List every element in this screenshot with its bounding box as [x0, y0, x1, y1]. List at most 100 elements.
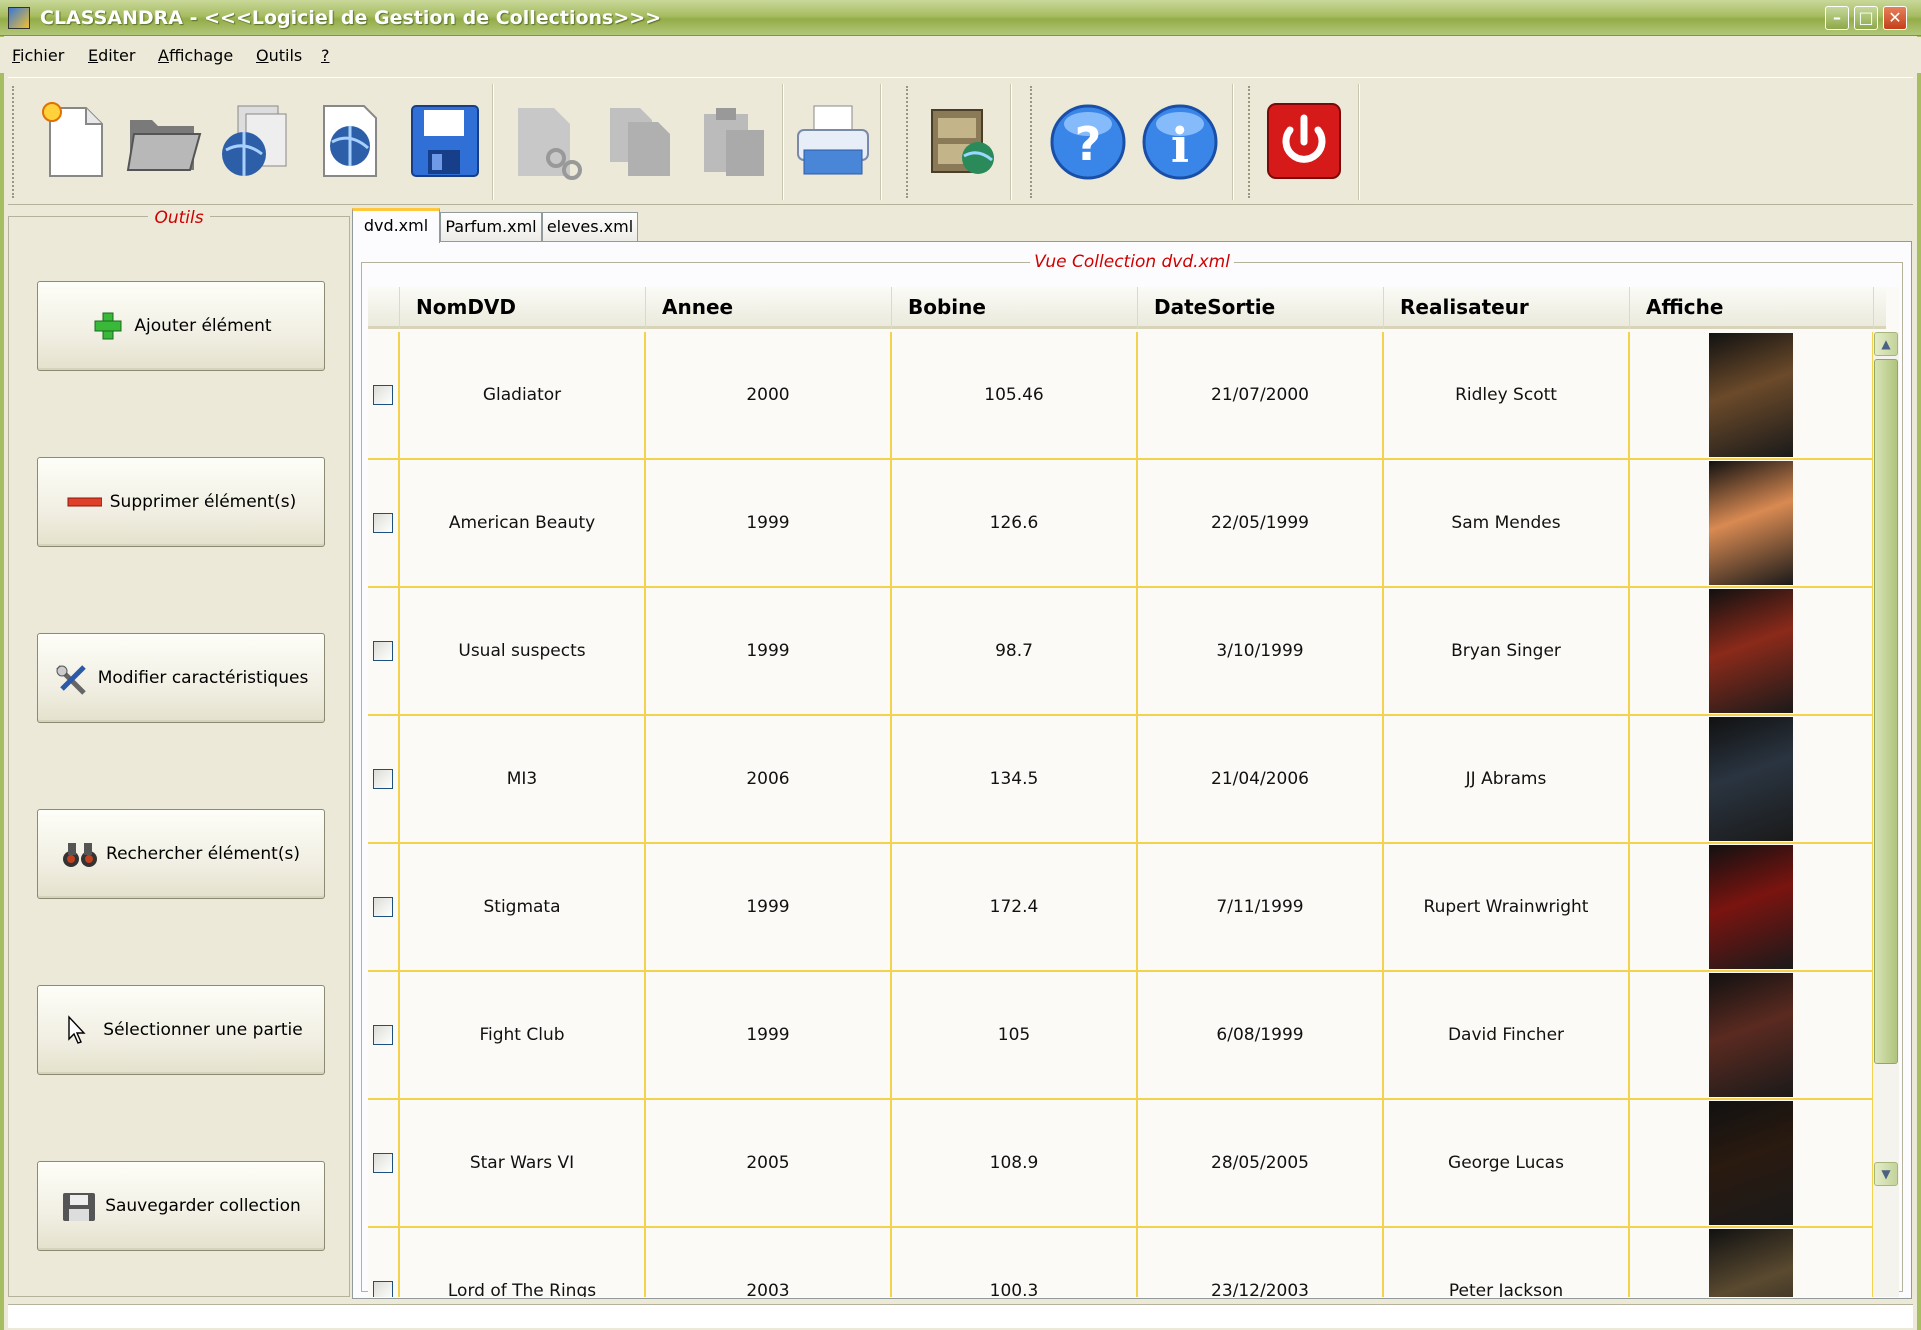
column-header-datesortie[interactable]: DateSortie	[1138, 287, 1384, 329]
table-row[interactable]: Fight Club 1999 105 6/08/1999 David Fincher	[368, 972, 1886, 1100]
row-checkbox[interactable]	[373, 513, 393, 533]
delete-element-button[interactable]: Supprimer élément(s)	[37, 457, 325, 547]
menu-help[interactable]: ?	[321, 46, 330, 65]
binoculars-icon	[62, 839, 98, 869]
cell-annee: 1999	[646, 844, 892, 970]
save-collection-label: Sauvegarder collection	[105, 1196, 301, 1216]
row-checkbox[interactable]	[373, 1025, 393, 1045]
cell-annee: 1999	[646, 588, 892, 714]
table-row[interactable]: Star Wars VI 2005 108.9 28/05/2005 George Lu…	[368, 1100, 1886, 1228]
select-cell	[368, 844, 400, 970]
scroll-up-arrow-icon[interactable]: ▲	[1874, 332, 1898, 356]
cell-bobine: 98.7	[892, 588, 1138, 714]
table-row[interactable]: Stigmata 1999 172.4 7/11/1999 Rupert Wrainwr…	[368, 844, 1886, 972]
vertical-scrollbar[interactable]: ▲ ▼	[1873, 332, 1899, 1297]
column-header-annee[interactable]: Annee	[646, 287, 892, 329]
save-icon[interactable]	[404, 100, 484, 182]
copy-icon[interactable]	[600, 100, 680, 182]
info-icon[interactable]: i	[1140, 100, 1220, 182]
scroll-down-arrow-icon[interactable]: ▼	[1874, 1162, 1898, 1186]
select-cell	[368, 1228, 400, 1297]
poster-cell	[1630, 460, 1874, 586]
toolbar-grip	[12, 86, 15, 198]
cut-icon[interactable]	[506, 100, 586, 182]
tools-icon	[54, 663, 90, 695]
poster-cell	[1630, 844, 1874, 970]
network-cabinet-icon[interactable]	[922, 100, 1002, 182]
movie-poster-image	[1709, 333, 1793, 457]
paste-icon[interactable]	[694, 100, 774, 182]
tab-dvd-xml[interactable]: dvd.xml	[352, 208, 440, 243]
modify-characteristics-button[interactable]: Modifier caractéristiques	[37, 633, 325, 723]
row-checkbox[interactable]	[373, 1153, 393, 1173]
movie-poster-image	[1709, 973, 1793, 1097]
tools-panel-title: Outils	[148, 208, 210, 228]
tools-panel: Outils Ajouter élément Supprimer élément…	[8, 208, 350, 1297]
cell-real: Peter Jackson	[1384, 1228, 1630, 1297]
cell-bobine: 100.3	[892, 1228, 1138, 1297]
select-part-button[interactable]: Sélectionner une partie	[37, 985, 325, 1075]
row-checkbox[interactable]	[373, 641, 393, 661]
cell-nom: Star Wars VI	[400, 1100, 646, 1226]
table-row[interactable]: Usual suspects 1999 98.7 3/10/1999 Bryan Sin…	[368, 588, 1886, 716]
new-document-icon[interactable]	[36, 100, 116, 182]
table-row[interactable]: Gladiator 2000 105.46 21/07/2000 Ridley Scot…	[368, 332, 1886, 460]
menu-fichier-accel: F	[12, 46, 21, 65]
collection-legend: Vue Collection dvd.xml	[362, 252, 1902, 272]
tab-parfum-xml[interactable]: Parfum.xml	[440, 212, 542, 242]
column-header-bobine[interactable]: Bobine	[892, 287, 1138, 329]
cell-bobine: 134.5	[892, 716, 1138, 842]
scrollbar-thumb[interactable]	[1874, 359, 1898, 1064]
cell-date: 3/10/1999	[1138, 588, 1384, 714]
open-url-icon[interactable]	[216, 100, 296, 182]
table-row[interactable]: Lord of The Rings 2003 100.3 23/12/2003 Pete…	[368, 1228, 1886, 1297]
toolbar-grip	[1248, 86, 1251, 198]
print-icon[interactable]	[792, 100, 872, 182]
cell-bobine: 105	[892, 972, 1138, 1098]
web-document-icon[interactable]	[310, 100, 390, 182]
add-element-button[interactable]: Ajouter élément	[37, 281, 325, 371]
open-folder-icon[interactable]	[124, 100, 204, 182]
power-icon[interactable]	[1264, 100, 1344, 182]
close-button[interactable]: ✕	[1883, 6, 1907, 30]
menu-affichage[interactable]: Affichage	[158, 46, 233, 65]
minimize-button[interactable]: –	[1825, 6, 1849, 30]
cell-nom: Gladiator	[400, 332, 646, 458]
floppy-icon	[61, 1191, 97, 1221]
select-cell	[368, 716, 400, 842]
menu-affichage-label: ffichage	[168, 46, 234, 65]
toolbar-separator	[492, 84, 494, 200]
column-header-affiche[interactable]: Affiche	[1630, 287, 1874, 329]
cell-date: 21/07/2000	[1138, 332, 1384, 458]
menu-fichier[interactable]: Fichier	[12, 46, 64, 65]
tab-eleves-xml[interactable]: eleves.xml	[542, 212, 638, 242]
save-collection-button[interactable]: Sauvegarder collection	[37, 1161, 325, 1251]
toolbar-grip	[1030, 86, 1033, 198]
column-header-nomdvd[interactable]: NomDVD	[400, 287, 646, 329]
row-checkbox[interactable]	[373, 769, 393, 789]
toolbar-separator	[782, 84, 784, 200]
cell-date: 22/05/1999	[1138, 460, 1384, 586]
column-header-realisateur[interactable]: Realisateur	[1384, 287, 1630, 329]
cell-real: JJ Abrams	[1384, 716, 1630, 842]
cell-annee: 2005	[646, 1100, 892, 1226]
cell-real: David Fincher	[1384, 972, 1630, 1098]
row-checkbox[interactable]	[373, 385, 393, 405]
menu-outils[interactable]: Outils	[256, 46, 302, 65]
row-checkbox[interactable]	[373, 1281, 393, 1297]
help-icon[interactable]: ?	[1048, 100, 1128, 182]
svg-text:i: i	[1171, 118, 1189, 174]
menu-fichier-label: ichier	[20, 46, 65, 65]
menu-editer[interactable]: Editer	[88, 46, 135, 65]
table-row[interactable]: American Beauty 1999 126.6 22/05/1999 Sam Me…	[368, 460, 1886, 588]
collection-title: Vue Collection dvd.xml	[1030, 252, 1234, 272]
maximize-button[interactable]: □	[1854, 6, 1878, 30]
search-element-button[interactable]: Rechercher élément(s)	[37, 809, 325, 899]
cell-nom: Fight Club	[400, 972, 646, 1098]
select-cell	[368, 588, 400, 714]
row-checkbox[interactable]	[373, 897, 393, 917]
cell-nom: Stigmata	[400, 844, 646, 970]
cursor-icon	[59, 1015, 95, 1045]
movie-poster-image	[1709, 1229, 1793, 1297]
table-row[interactable]: MI3 2006 134.5 21/04/2006 JJ Abrams	[368, 716, 1886, 844]
